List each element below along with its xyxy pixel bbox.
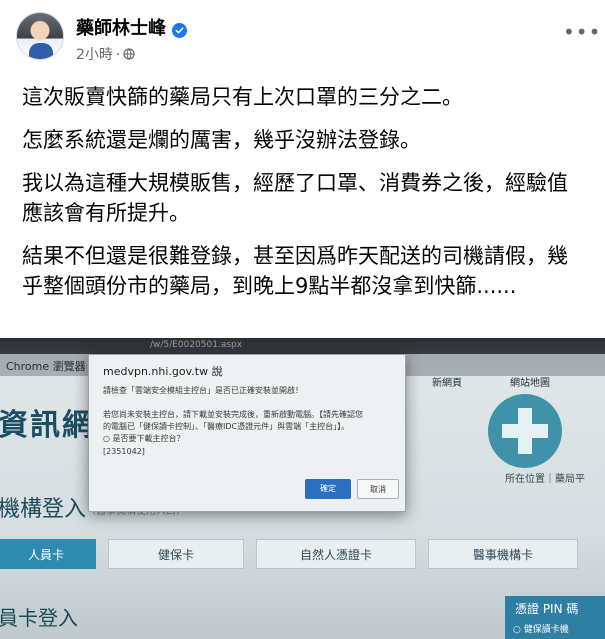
post-paragraph: 結果不但還是很難登錄，甚至因爲昨天配送的司機請假，幾乎整個頭份市的藥局，到晚上9… — [22, 244, 568, 298]
dialog-line: 請檢查「雲端安全模組主控台」是否已正確安裝並開啟！ — [103, 386, 303, 395]
post-paragraph: 這次販賣快篩的藥局只有上次口罩的三分之二。 — [22, 85, 463, 109]
dialog-ok-button: 確定 — [305, 479, 351, 499]
photo-location: 所在位置｜藥局平 — [505, 474, 585, 485]
photo-pin-title: 憑證 PIN 碼 — [515, 602, 579, 616]
photo-pin-option: ○ 健保讀卡機 — [513, 625, 569, 635]
health-cross-logo — [488, 394, 562, 468]
photo-card-title: 員卡登入 — [0, 606, 78, 630]
globe-icon — [123, 48, 135, 60]
post-paragraph: 怎麼系統還是爛的厲害，幾乎沒辦法登錄。 — [22, 128, 421, 152]
author-name[interactable]: 藥師林士峰 — [76, 18, 166, 39]
post-body: 這次販賣快篩的藥局只有上次口罩的三分之二。 怎麼系統還是爛的厲害，幾乎沒辦法登錄… — [22, 82, 582, 314]
photo-tab: 自然人憑證卡 — [256, 539, 416, 569]
post-header: 藥師林士峰 2小時 · ••• — [16, 12, 600, 63]
avatar-figure — [29, 43, 53, 59]
dialog-cancel-button: 取消 — [357, 479, 399, 499]
photo-nav-item: 網站地圖 — [510, 378, 550, 389]
author-name-row: 藥師林士峰 — [76, 14, 187, 40]
dialog-line: 的電腦已「健保讀卡控制」、「醫療IDC憑證元件」與雲端「主控台」】。 — [103, 422, 350, 431]
dialog-line: [2351042] — [103, 447, 145, 456]
photo-tab: 人員卡 — [0, 539, 96, 569]
post-meta: 2小時 · — [76, 44, 135, 64]
photo-pin-box: 憑證 PIN 碼 ○ 健保讀卡機 — [505, 596, 605, 639]
photo-tab: 醫事機構卡 — [428, 539, 578, 569]
photo-login-tabs: 人員卡 健保卡 自然人憑證卡 醫事機構卡 — [0, 539, 605, 569]
photo-login-title: 機構登入 — [0, 497, 87, 522]
meta-separator: · — [115, 47, 121, 63]
dialog-title: medvpn.nhi.gov.tw 說 — [103, 365, 223, 378]
photo-alert-dialog: medvpn.nhi.gov.tw 說 請檢查「雲端安全模組主控台」是否已正確安… — [88, 354, 406, 512]
verified-badge-icon — [172, 22, 187, 38]
post-timestamp[interactable]: 2小時 — [76, 47, 113, 63]
photo-browser-label: Chrome 瀏覽器（ — [6, 360, 97, 373]
photo-tab: 健保卡 — [108, 539, 244, 569]
facebook-post: 藥師林士峰 2小時 · ••• 這次販賣快篩的藥局只有上次口罩的三分之二。 怎麼系… — [0, 0, 605, 639]
photo-site-title: 資訊網 — [0, 408, 94, 443]
dialog-line: ○ 是否要下載主控台？ — [103, 434, 185, 443]
more-options-icon[interactable]: ••• — [563, 22, 600, 50]
photo-url-fragment: /w/5/E0020501.aspx — [150, 340, 243, 350]
post-paragraph: 我以為這種大規模販售，經歷了口罩、消費券之後，經驗值應該會有所提升。 — [22, 171, 568, 225]
photo-nav-item: 新網頁 — [432, 378, 462, 389]
author-avatar[interactable] — [16, 12, 64, 60]
dialog-line: 若您尚未安裝主控台，請下載並安裝完成後，重新啟動電腦。【請先確認您 — [103, 410, 363, 419]
